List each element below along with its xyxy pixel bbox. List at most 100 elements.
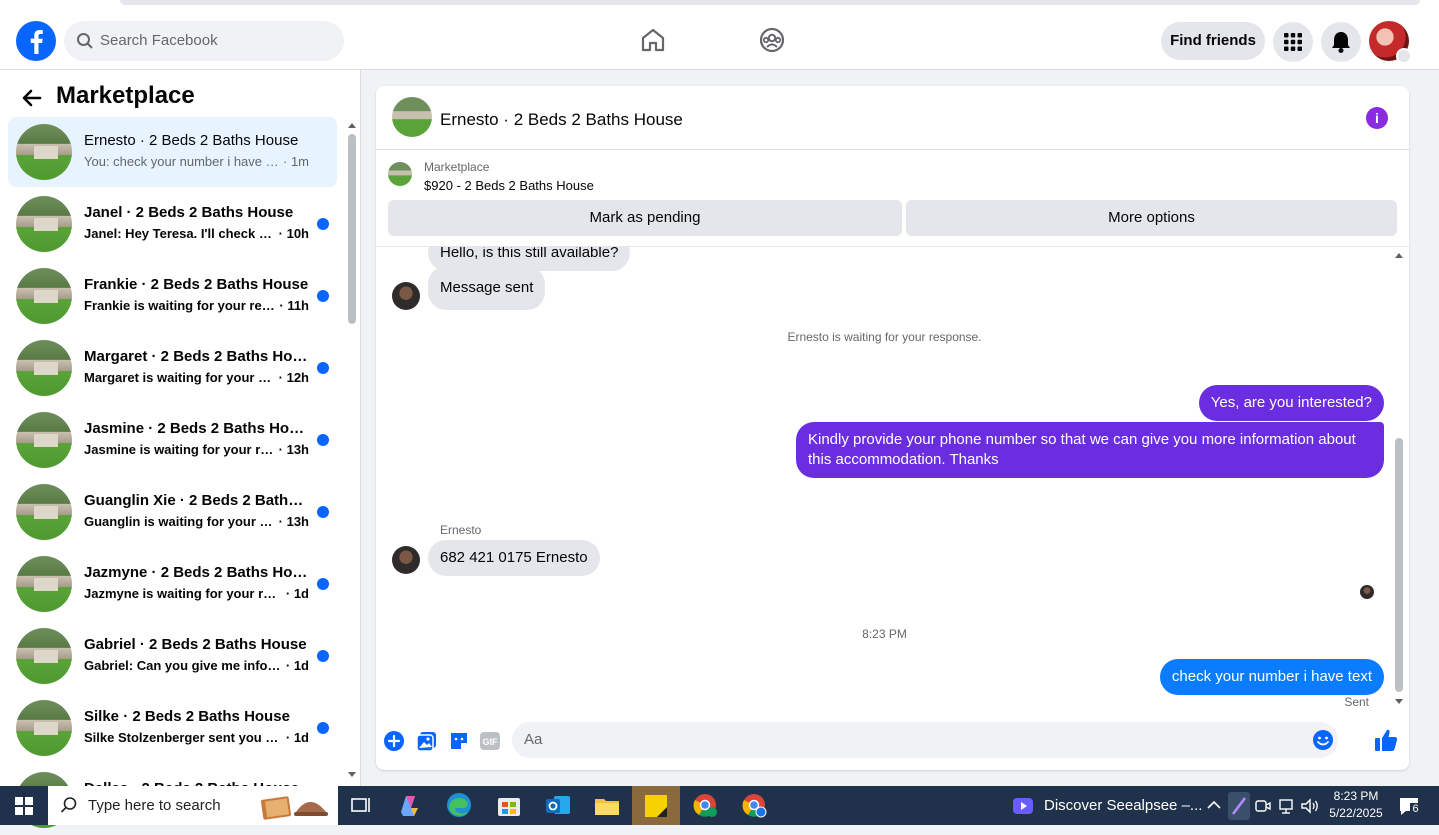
waiting-notice: Ernesto is waiting for your response.	[787, 330, 982, 344]
thread-scroll-thumb[interactable]	[1395, 438, 1403, 692]
conversation-time: 1d	[293, 658, 309, 673]
plus-icon[interactable]	[383, 730, 405, 752]
conversation-item[interactable]: Ernesto · 2 Beds 2 Baths House You: check…	[8, 117, 337, 187]
listing-thumbnail	[16, 412, 72, 468]
taskbar-clock[interactable]: 8:23 PM 5/22/2025	[1322, 788, 1390, 822]
chat-window: Ernesto · 2 Beds 2 Baths House i Marketp…	[376, 86, 1409, 770]
taskbar-search-input[interactable]: Type here to search	[48, 786, 338, 825]
message-thread: Hello, is this still available? Message …	[376, 247, 1409, 714]
message-bubble-incoming[interactable]: Message sent	[428, 266, 546, 310]
listing-thumbnail	[16, 556, 72, 612]
conversation-item[interactable]: Guanglin Xie · 2 Beds 2 Baths ... Guangli…	[8, 477, 337, 547]
search-placeholder: Search Facebook	[100, 32, 218, 49]
network-icon[interactable]	[1278, 797, 1296, 815]
message-input[interactable]: Aa	[512, 722, 1338, 758]
message-bubble-outgoing[interactable]: Kindly provide your phone number so that…	[796, 422, 1384, 478]
back-arrow-icon[interactable]	[20, 86, 44, 110]
conversation-item[interactable]: Jasmine · 2 Beds 2 Baths House Jasmine is…	[8, 405, 337, 475]
conversation-time: 1m	[290, 154, 309, 169]
seen-avatar	[1360, 585, 1374, 599]
listing-thumbnail[interactable]	[388, 162, 412, 186]
copilot-icon[interactable]	[393, 790, 427, 820]
conversation-name: Ernesto · 2 Beds 2 Baths House	[84, 132, 299, 149]
home-icon[interactable]	[638, 25, 668, 55]
conversation-time: 1d	[293, 730, 309, 745]
sender-name: Ernesto	[440, 523, 482, 537]
notification-center-icon[interactable]: 6	[1397, 794, 1421, 818]
edge-browser-icon[interactable]	[442, 790, 476, 820]
info-icon[interactable]: i	[1366, 107, 1388, 129]
conversation-preview: You: check your number i have text	[84, 154, 280, 169]
sticker-icon[interactable]	[448, 730, 470, 752]
menu-grid-button[interactable]	[1273, 22, 1313, 62]
clock-date: 5/22/2025	[1329, 806, 1383, 820]
conversation-preview: Janel: Hey Teresa. I'll check no...	[84, 226, 276, 241]
chevron-up-icon[interactable]	[1206, 798, 1222, 812]
listing-label: Marketplace	[424, 160, 490, 174]
meet-icon[interactable]	[1254, 797, 1272, 815]
taskbar-search-placeholder: Type here to search	[88, 797, 221, 814]
top-header: Search Facebook Find friends	[0, 11, 1439, 70]
clock-time: 8:23 PM	[1333, 789, 1379, 803]
conversation-sep: ·	[282, 586, 294, 601]
unread-dot	[317, 362, 329, 374]
message-bubble-outgoing[interactable]: Yes, are you interested?	[1198, 385, 1384, 421]
search-input[interactable]: Search Facebook	[64, 21, 344, 61]
message-timestamp: 8:23 PM	[862, 627, 907, 641]
message-bubble-incoming[interactable]: 682 421 0175 Ernesto	[428, 540, 600, 576]
unread-dot	[317, 578, 329, 590]
conversation-name: Gabriel · 2 Beds 2 Baths House	[84, 636, 307, 653]
pen-icon[interactable]	[1228, 792, 1250, 820]
conversation-preview-row: You: check your number i have text · 1m	[84, 154, 309, 169]
file-explorer-icon[interactable]	[590, 790, 624, 820]
notifications-button[interactable]	[1321, 22, 1361, 62]
message-bubble-outgoing[interactable]: check your number i have text	[1159, 659, 1384, 695]
conversation-name: Jasmine · 2 Beds 2 Baths House	[84, 420, 309, 437]
store-icon[interactable]	[492, 790, 526, 820]
find-friends-button[interactable]: Find friends	[1161, 22, 1265, 60]
conversation-sep: ·	[275, 514, 287, 529]
conversation-preview: Jazmyne is waiting for your res...	[84, 586, 283, 601]
conversation-item[interactable]: Silke · 2 Beds 2 Baths House Silke Stolze…	[8, 693, 337, 763]
emoji-icon[interactable]	[1312, 729, 1334, 751]
more-options-button[interactable]: More options	[906, 200, 1397, 236]
mark-as-pending-button[interactable]: Mark as pending	[388, 200, 902, 236]
discover-widget[interactable]: Discover Seealpsee –...	[1012, 786, 1202, 825]
listing-thumbnail	[16, 196, 72, 252]
conversation-list-scroll-thumb[interactable]	[348, 134, 356, 324]
chevron-down-icon[interactable]	[1396, 48, 1412, 64]
volume-icon[interactable]	[1300, 797, 1320, 815]
conversation-item[interactable]: Jazmyne · 2 Beds 2 Baths House Jazmyne is…	[8, 549, 337, 619]
like-icon[interactable]	[1374, 727, 1398, 753]
chrome-icon[interactable]	[737, 790, 771, 820]
windows-start-icon[interactable]	[0, 786, 48, 825]
photo-icon[interactable]	[416, 730, 438, 752]
groups-icon[interactable]	[757, 25, 787, 55]
conversation-time: 13h	[286, 514, 309, 529]
conversation-item[interactable]: Frankie · 2 Beds 2 Baths House Frankie is…	[8, 261, 337, 331]
chat-title[interactable]: Ernesto · 2 Beds 2 Baths House	[440, 110, 683, 130]
conversation-name: Jazmyne · 2 Beds 2 Baths House	[84, 564, 309, 581]
outlook-icon[interactable]	[541, 790, 575, 820]
grid-icon	[1284, 33, 1302, 51]
conversation-preview-row: Silke Stolzenberger sent you a ... · 1d	[84, 730, 309, 745]
listing-price[interactable]: $920 - 2 Beds 2 Baths House	[424, 178, 594, 193]
conversation-preview: Frankie is waiting for your resp...	[84, 298, 276, 313]
chrome-profile-icon[interactable]	[688, 790, 722, 820]
conversation-preview-row: Gabriel: Can you give me inform... · 1d	[84, 658, 309, 673]
conversation-item[interactable]: Gabriel · 2 Beds 2 Baths House Gabriel: C…	[8, 621, 337, 691]
gif-icon[interactable]: GIF	[479, 730, 501, 752]
sender-avatar[interactable]	[392, 282, 420, 310]
task-view-icon[interactable]	[344, 790, 378, 820]
profile-avatar[interactable]	[1369, 21, 1412, 64]
sticky-notes-icon[interactable]	[639, 790, 673, 820]
bell-icon	[1332, 32, 1350, 53]
chat-avatar[interactable]	[392, 97, 432, 137]
conversation-preview: Silke Stolzenberger sent you a ...	[84, 730, 283, 745]
listing-thumbnail	[16, 484, 72, 540]
conversation-name: Silke · 2 Beds 2 Baths House	[84, 708, 290, 725]
facebook-logo-icon[interactable]	[16, 21, 56, 61]
conversation-item[interactable]: Margaret · 2 Beds 2 Baths Hou... Margaret…	[8, 333, 337, 403]
sender-avatar[interactable]	[392, 546, 420, 574]
conversation-item[interactable]: Janel · 2 Beds 2 Baths House Janel: Hey T…	[8, 189, 337, 259]
